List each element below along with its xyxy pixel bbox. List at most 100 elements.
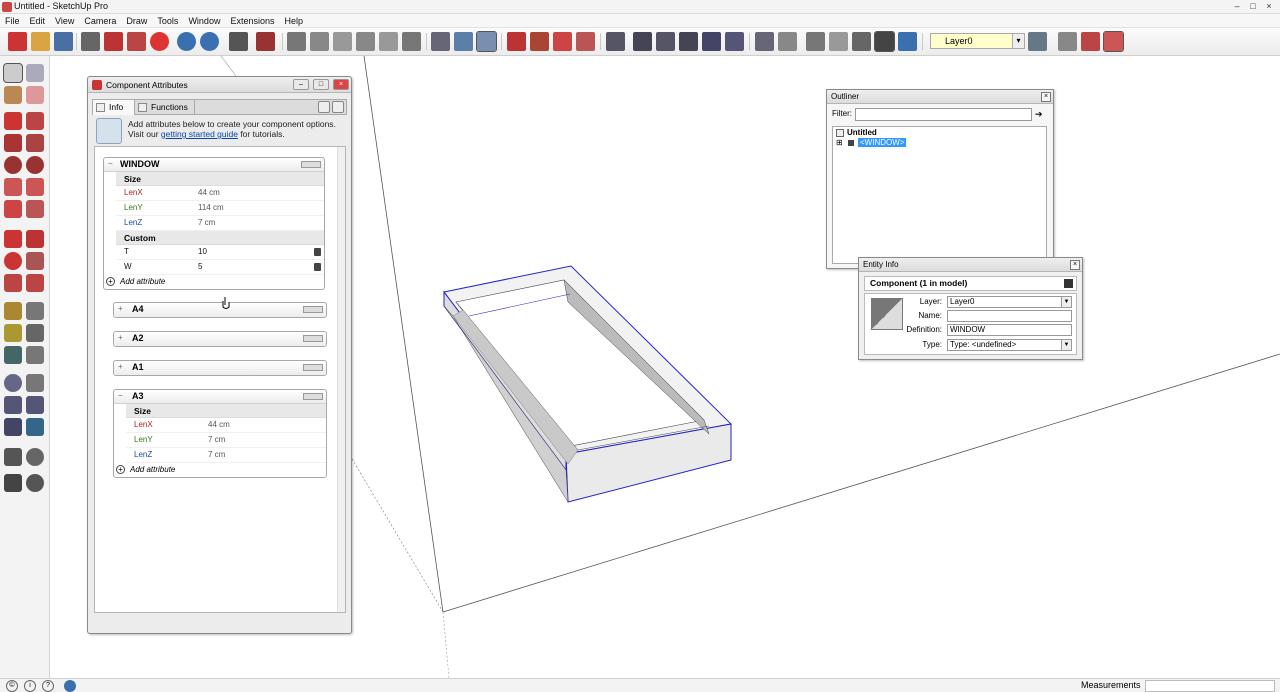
eraser-icon[interactable]: [26, 86, 44, 104]
wireframe-icon[interactable]: [656, 32, 675, 51]
axes-icon[interactable]: [4, 346, 22, 364]
pan-icon[interactable]: [454, 32, 473, 51]
rectangle-icon[interactable]: [4, 134, 22, 152]
warehouse-icon[interactable]: [507, 32, 526, 51]
shadows-icon[interactable]: [898, 32, 917, 51]
model-info-icon[interactable]: [256, 32, 275, 51]
collapse-icon[interactable]: −: [108, 160, 115, 168]
panel-close-button[interactable]: ×: [333, 79, 349, 90]
attribute-row[interactable]: LenX 44 cm: [126, 418, 326, 433]
zoom-extents-icon[interactable]: [476, 31, 497, 52]
expand-icon[interactable]: +: [118, 305, 125, 313]
measurements-input[interactable]: [1145, 680, 1275, 692]
share-model-icon[interactable]: [530, 32, 549, 51]
menu-window[interactable]: Window: [188, 14, 220, 27]
xray-icon[interactable]: [606, 32, 625, 51]
share-component-icon[interactable]: [553, 32, 572, 51]
rotate-icon[interactable]: [4, 252, 22, 270]
geo-location-icon[interactable]: ©: [6, 680, 18, 692]
push-pull-icon[interactable]: [26, 230, 44, 248]
erase-icon[interactable]: [150, 32, 169, 51]
component-options-icon[interactable]: [303, 306, 323, 313]
pie-icon[interactable]: [26, 200, 44, 218]
filter-input[interactable]: [855, 108, 1032, 121]
section-display-icon[interactable]: [852, 32, 871, 51]
refresh-icon[interactable]: [318, 101, 330, 113]
component-header[interactable]: − WINDOW: [104, 158, 324, 172]
menu-tools[interactable]: Tools: [157, 14, 178, 27]
chevron-down-icon[interactable]: ▾: [1012, 34, 1024, 48]
pan-tool-icon[interactable]: [26, 374, 44, 392]
entity-info-close-icon[interactable]: ×: [1070, 260, 1080, 270]
expand-icon[interactable]: +: [118, 334, 125, 342]
freehand-icon[interactable]: [26, 112, 44, 130]
attribute-row[interactable]: LenX 44 cm: [116, 186, 324, 201]
top-view-icon[interactable]: [310, 32, 329, 51]
paste-icon[interactable]: [127, 32, 146, 51]
type-select[interactable]: Type: <undefined> ▼: [947, 339, 1072, 351]
tree-root[interactable]: Untitled: [847, 128, 877, 137]
polygon-icon[interactable]: [26, 156, 44, 174]
section-cut-icon[interactable]: [829, 32, 848, 51]
front-view-icon[interactable]: [333, 32, 352, 51]
rotated-rectangle-icon[interactable]: [26, 134, 44, 152]
walk-icon[interactable]: [4, 474, 22, 492]
component-header[interactable]: + A1: [114, 361, 326, 375]
new-file-icon[interactable]: [8, 32, 27, 51]
three-point-arc-icon[interactable]: [4, 200, 22, 218]
component-options-icon[interactable]: [301, 161, 321, 168]
protractor-icon[interactable]: [4, 324, 22, 342]
print-icon[interactable]: [229, 32, 248, 51]
add-attribute-button[interactable]: + Add attribute: [104, 275, 324, 289]
attribute-row[interactable]: LenZ 7 cm: [116, 216, 324, 231]
toggle-formula-icon[interactable]: [332, 101, 344, 113]
paint-bucket-icon[interactable]: [4, 86, 22, 104]
hand-icon[interactable]: [1058, 32, 1077, 51]
attributes-scrollbar[interactable]: [337, 147, 345, 612]
previous-view-icon[interactable]: [26, 418, 44, 436]
plugin-icon[interactable]: [1081, 32, 1100, 51]
tree-item-window[interactable]: <WINDOW>: [858, 138, 907, 147]
menu-file[interactable]: File: [5, 14, 20, 27]
copy-icon[interactable]: [104, 32, 123, 51]
style-icon[interactable]: [778, 32, 797, 51]
maximize-button[interactable]: □: [1246, 0, 1260, 12]
circle-icon[interactable]: [4, 156, 22, 174]
definition-field[interactable]: WINDOW: [947, 324, 1072, 336]
layer-select[interactable]: Layer0 ▼: [947, 296, 1072, 308]
attribute-row[interactable]: W5: [116, 260, 324, 275]
attribute-row[interactable]: LenY 7 cm: [126, 433, 326, 448]
component-options-icon[interactable]: [303, 335, 323, 342]
outliner-options-icon[interactable]: ➔: [1035, 109, 1045, 119]
open-folder-icon[interactable]: [31, 32, 50, 51]
add-attribute-button[interactable]: + Add attribute: [114, 463, 326, 477]
attribute-details-icon[interactable]: [314, 248, 321, 256]
undo-icon[interactable]: [177, 32, 196, 51]
follow-me-icon[interactable]: [26, 252, 44, 270]
scale-icon[interactable]: [4, 274, 22, 292]
toggle-details-icon[interactable]: [1064, 279, 1073, 288]
help-icon[interactable]: ?: [42, 680, 54, 692]
getting-started-link[interactable]: getting started guide: [161, 129, 238, 139]
attribute-row[interactable]: LenY 114 cm: [116, 201, 324, 216]
component-attributes-icon[interactable]: [1103, 31, 1124, 52]
3d-text-icon[interactable]: [26, 346, 44, 364]
menu-help[interactable]: Help: [284, 14, 303, 27]
menu-camera[interactable]: Camera: [84, 14, 116, 27]
dimension-icon[interactable]: [26, 302, 44, 320]
collapse-icon[interactable]: −: [118, 392, 125, 400]
zoom-icon[interactable]: [4, 396, 22, 414]
save-icon[interactable]: [54, 32, 73, 51]
two-point-arc-icon[interactable]: [26, 178, 44, 196]
component-options-icon[interactable]: [303, 393, 323, 400]
entity-info-titlebar[interactable]: Entity Info ×: [859, 258, 1082, 272]
layer-dropdown[interactable]: Layer0 ▾: [930, 33, 1025, 49]
section-plane-icon[interactable]: [806, 32, 825, 51]
chevron-down-icon[interactable]: ▼: [1061, 297, 1071, 307]
make-component-icon[interactable]: [26, 64, 44, 82]
look-around-icon[interactable]: [26, 448, 44, 466]
cut-icon[interactable]: [81, 32, 100, 51]
select-arrow-icon[interactable]: [3, 63, 23, 83]
left-view-icon[interactable]: [402, 32, 421, 51]
minimize-button[interactable]: –: [1230, 0, 1244, 12]
